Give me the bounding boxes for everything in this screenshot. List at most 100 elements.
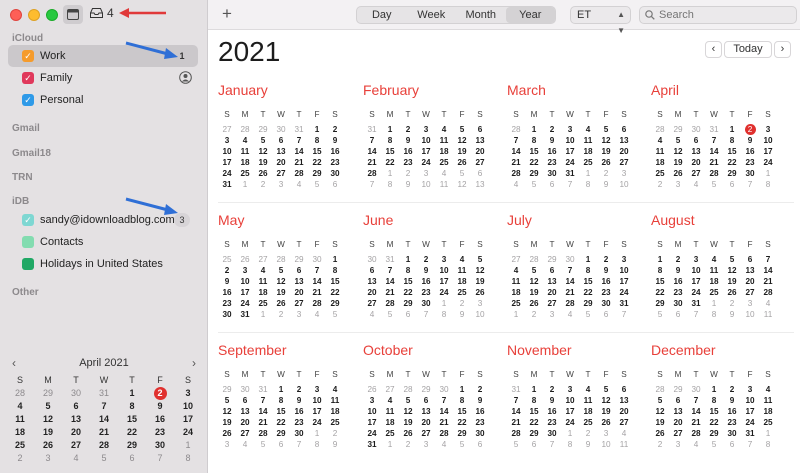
day-cell[interactable]: 14 [759,265,777,276]
day-cell[interactable]: 9 [417,265,435,276]
day-cell[interactable]: 10 [417,135,435,146]
day-cell[interactable]: 6 [741,254,759,265]
day-cell[interactable]: 25 [326,417,344,428]
month-block-june[interactable]: June S M T W T F S 30 31 1 2 3 4 5 6 7 8 9 10 11 12 13 14 15 16 17… [363,212,493,320]
day-cell[interactable]: 29 [669,384,687,395]
checkbox-holidays[interactable] [22,258,34,270]
day-cell[interactable]: 30 [218,309,236,320]
mini-day-cell[interactable]: 5 [90,452,118,465]
day-cell[interactable]: 7 [417,309,435,320]
day-cell[interactable]: 1 [272,384,290,395]
day-cell[interactable]: 27 [687,168,705,179]
day-cell[interactable]: 12 [597,395,615,406]
day-cell[interactable]: 28 [561,298,579,309]
day-cell[interactable]: 13 [417,406,435,417]
day-cell[interactable]: 18 [435,146,453,157]
day-cell[interactable]: 27 [543,298,561,309]
day-cell[interactable]: 29 [723,168,741,179]
day-cell[interactable]: 15 [308,146,326,157]
day-cell[interactable]: 28 [363,168,381,179]
day-cell[interactable]: 16 [218,287,236,298]
day-cell[interactable]: 16 [597,276,615,287]
mini-prev-month-chevron-icon[interactable]: ‹ [12,356,16,370]
mini-day-cell[interactable]: 5 [34,400,62,413]
day-cell[interactable]: 2 [723,384,741,395]
day-cell[interactable]: 3 [218,439,236,450]
day-cell[interactable]: 5 [579,309,597,320]
day-cell[interactable]: 13 [363,276,381,287]
day-cell[interactable]: 8 [381,179,399,190]
day-cell[interactable]: 13 [669,406,687,417]
checkbox-contacts[interactable] [22,236,34,248]
mini-day-cell[interactable]: 30 [62,387,90,400]
day-cell[interactable]: 10 [561,395,579,406]
day-cell[interactable]: 10 [597,439,615,450]
day-cell[interactable]: 2 [669,254,687,265]
day-cell[interactable]: 4 [507,179,525,190]
day-cell[interactable]: 25 [381,428,399,439]
day-cell[interactable]: 9 [597,265,615,276]
day-cell[interactable]: 21 [507,157,525,168]
day-cell[interactable]: 4 [435,168,453,179]
day-cell[interactable]: 14 [435,406,453,417]
day-cell[interactable]: 17 [561,406,579,417]
day-cell[interactable]: 29 [399,298,417,309]
section-header-gmail18[interactable]: Gmail18 [12,148,51,159]
day-cell[interactable]: 6 [687,135,705,146]
mini-day-cell[interactable]: 28 [90,439,118,452]
month-block-december[interactable]: December S M T W T F S 28 29 30 1 2 3 4 5 6 7 8 9 10 11 12 13 14… [651,342,781,450]
day-cell[interactable]: 25 [579,417,597,428]
day-cell[interactable]: 27 [741,287,759,298]
day-cell[interactable]: 14 [290,146,308,157]
day-cell[interactable]: 27 [218,124,236,135]
day-cell[interactable]: 9 [326,135,344,146]
day-cell[interactable]: 12 [723,265,741,276]
day-cell[interactable]: 21 [687,417,705,428]
day-cell[interactable]: 6 [615,384,633,395]
day-cell[interactable]: 8 [435,309,453,320]
day-cell[interactable]: 19 [254,157,272,168]
day-cell[interactable]: 28 [687,428,705,439]
day-cell[interactable]: 11 [254,276,272,287]
day-cell[interactable]: 21 [705,157,723,168]
day-cell[interactable]: 5 [399,395,417,406]
day-cell[interactable]: 11 [579,135,597,146]
minimize-button[interactable] [28,9,40,21]
day-cell[interactable]: 22 [723,157,741,168]
day-cell[interactable]: 3 [308,384,326,395]
day-cell[interactable]: 1 [453,384,471,395]
day-cell[interactable]: 20 [687,157,705,168]
day-cell[interactable]: 11 [236,146,254,157]
mini-day-cell[interactable]: 10 [174,400,202,413]
day-cell[interactable]: 5 [597,124,615,135]
day-cell[interactable]: 4 [579,124,597,135]
day-cell[interactable]: 18 [453,276,471,287]
day-cell[interactable]: 2 [723,298,741,309]
day-cell[interactable]: 25 [507,298,525,309]
day-cell[interactable]: 30 [308,254,326,265]
day-cell[interactable]: 23 [399,157,417,168]
day-cell[interactable]: 8 [705,395,723,406]
day-cell[interactable]: 1 [525,384,543,395]
day-cell[interactable]: 3 [236,265,254,276]
day-cell[interactable]: 15 [272,406,290,417]
day-cell[interactable]: 3 [597,428,615,439]
today-button[interactable]: Today [724,41,772,58]
day-cell[interactable]: 6 [272,135,290,146]
day-cell[interactable]: 5 [651,395,669,406]
day-cell[interactable]: 6 [723,439,741,450]
day-cell[interactable]: 10 [687,265,705,276]
mini-day-cell[interactable]: 27 [62,439,90,452]
day-cell[interactable]: 26 [363,384,381,395]
day-cell[interactable]: 29 [579,298,597,309]
day-cell[interactable]: 5 [525,179,543,190]
day-cell[interactable]: 22 [705,417,723,428]
day-cell[interactable]: 16 [417,276,435,287]
day-cell[interactable]: 15 [723,146,741,157]
day-cell[interactable]: 22 [579,287,597,298]
day-cell[interactable]: 19 [723,276,741,287]
day-cell[interactable]: 7 [290,135,308,146]
day-cell[interactable]: 3 [417,124,435,135]
day-cell[interactable]: 28 [507,168,525,179]
day-cell[interactable]: 3 [759,124,777,135]
